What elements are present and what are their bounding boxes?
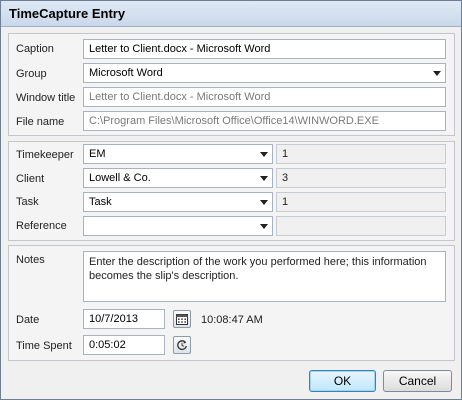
client-select-value: Lowell & Co.: [89, 172, 151, 184]
task-select-value: Task: [89, 196, 112, 208]
refresh-timer-icon: [177, 340, 187, 350]
timer-button[interactable]: [173, 336, 191, 354]
window-title-label: Window title: [16, 92, 76, 104]
notes-textarea[interactable]: Enter the description of the work you pe…: [83, 251, 446, 302]
calendar-icon: [176, 314, 188, 325]
timekeeper-select-value: EM: [89, 148, 106, 160]
timekeeper-label: Timekeeper: [16, 149, 74, 161]
client-label: Client: [16, 173, 45, 185]
time-spent-field[interactable]: 0:05:02: [83, 335, 165, 355]
chevron-down-icon: [260, 176, 268, 181]
ok-button[interactable]: OK: [309, 370, 376, 392]
caption-label: Caption: [16, 43, 54, 55]
timekeeper-select[interactable]: EM: [83, 144, 273, 164]
notes-label: Notes: [16, 254, 45, 266]
file-name-field[interactable]: C:\Program Files\Microsoft Office\Office…: [83, 111, 446, 131]
reference-select[interactable]: [83, 216, 273, 236]
cancel-button[interactable]: Cancel: [383, 370, 452, 392]
reference-label: Reference: [16, 220, 67, 232]
chevron-down-icon: [433, 71, 441, 76]
chevron-down-icon: [260, 224, 268, 229]
client-select[interactable]: Lowell & Co.: [83, 168, 273, 188]
task-select[interactable]: Task: [83, 192, 273, 212]
window-title-field[interactable]: Letter to Client.docx - Microsoft Word: [83, 87, 446, 107]
time-spent-label: Time Spent: [16, 340, 72, 352]
window-title: TimeCapture Entry: [9, 6, 126, 21]
reference-id-field: [276, 216, 446, 236]
timekeeper-id-field: 1: [276, 144, 446, 164]
group-label: Group: [16, 68, 47, 80]
title-bar: TimeCapture Entry: [1, 1, 461, 27]
chevron-down-icon: [260, 152, 268, 157]
client-id-field: 3: [276, 168, 446, 188]
chevron-down-icon: [260, 200, 268, 205]
time-of-day-text: 10:08:47 AM: [201, 314, 263, 326]
caption-field[interactable]: Letter to Client.docx - Microsoft Word: [83, 39, 446, 59]
task-id-field: 1: [276, 192, 446, 212]
file-name-label: File name: [16, 116, 65, 128]
group-select-value: Microsoft Word: [89, 67, 163, 79]
timecapture-entry-dialog: TimeCapture Entry Caption Letter to Clie…: [0, 0, 462, 400]
task-label: Task: [16, 196, 39, 208]
date-label: Date: [16, 314, 40, 326]
date-field[interactable]: 10/7/2013: [83, 309, 165, 329]
calendar-button[interactable]: [173, 310, 191, 328]
group-select[interactable]: Microsoft Word: [83, 63, 446, 83]
